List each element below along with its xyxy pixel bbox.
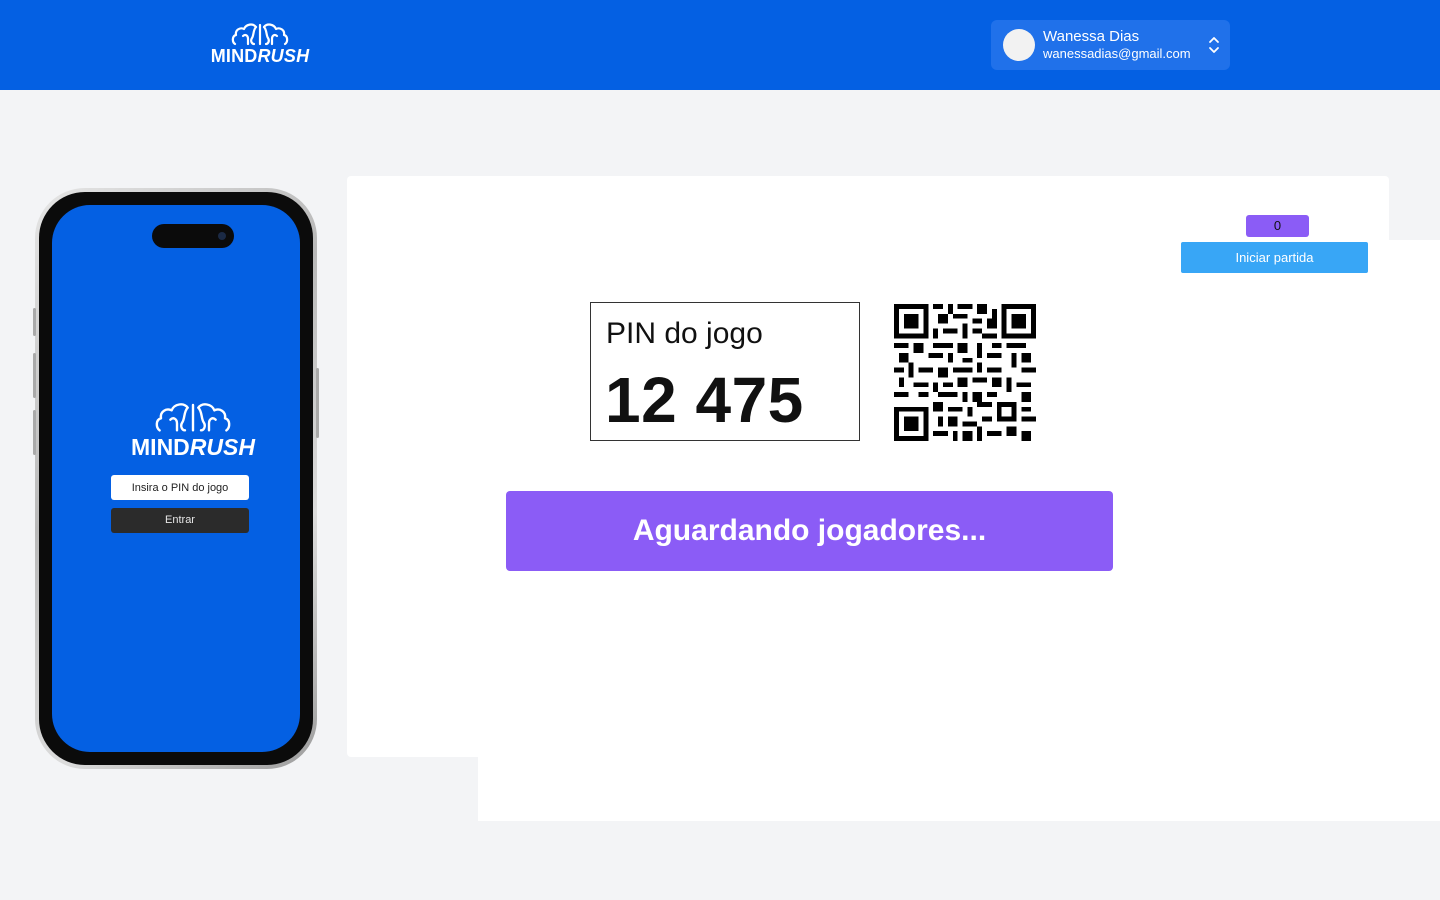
pin-label: PIN do jogo <box>606 317 763 350</box>
top-bar: MINDRUSH Wanessa Dias wanessadias@gmail.… <box>0 0 1440 90</box>
waiting-players-banner: Aguardando jogadores... <box>506 491 1113 571</box>
mindrush-logo[interactable]: MINDRUSH <box>209 22 311 66</box>
logo-wordmark: MINDRUSH <box>131 434 255 460</box>
brain-logo-icon <box>231 23 289 46</box>
start-game-button[interactable]: Iniciar partida <box>1181 242 1368 273</box>
phone-mockup: MINDRUSH Entrar <box>33 188 319 769</box>
qr-code-icon <box>894 304 1036 441</box>
phone-screen: MINDRUSH Entrar <box>52 205 300 752</box>
user-email: wanessadias@gmail.com <box>1043 46 1191 61</box>
brain-logo-icon <box>155 403 231 432</box>
dynamic-island <box>152 224 234 248</box>
logo-wordmark: MINDRUSH <box>210 46 310 66</box>
pin-value: 12 475 <box>605 364 804 436</box>
avatar <box>1003 29 1035 61</box>
phone-side-button <box>33 353 36 398</box>
phone-side-button <box>33 308 36 336</box>
phone-side-button <box>33 410 36 455</box>
enter-button[interactable]: Entrar <box>111 508 249 533</box>
game-pin-card: PIN do jogo 12 475 <box>590 302 860 441</box>
camera-icon <box>218 232 226 240</box>
phone-bezel: MINDRUSH Entrar <box>39 192 313 765</box>
phone-mindrush-logo: MINDRUSH <box>121 401 265 459</box>
chevron-up-down-icon <box>1209 37 1219 53</box>
pin-input[interactable] <box>111 475 249 500</box>
user-account-menu[interactable]: Wanessa Dias wanessadias@gmail.com <box>991 20 1230 70</box>
phone-side-button <box>316 368 319 438</box>
user-name: Wanessa Dias <box>1043 28 1140 45</box>
player-count-badge: 0 <box>1246 215 1309 237</box>
